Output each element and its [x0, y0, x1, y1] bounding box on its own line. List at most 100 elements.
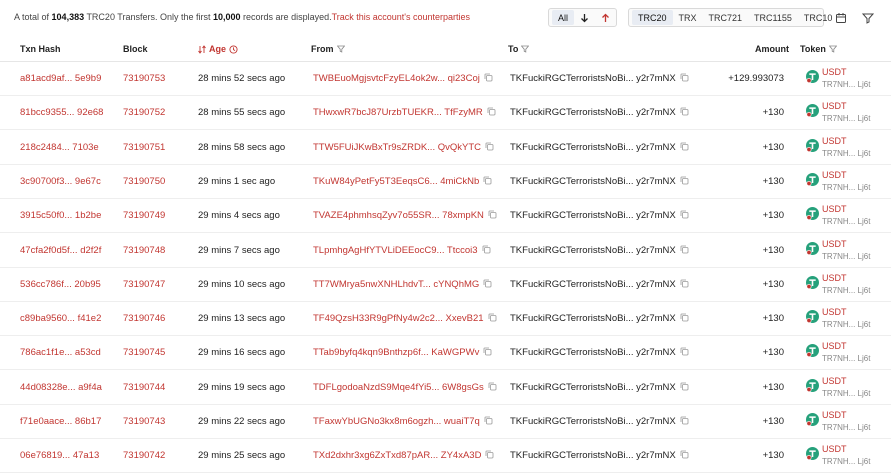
from-address-link[interactable]: TTab9byfq4kqn9Bnthzp6f... KaWGPWv [313, 347, 479, 358]
token-cell[interactable]: USDT TR7NH... Lj6t [806, 169, 886, 197]
from-address-link[interactable]: TWBEuoMgjsvtcFzyEL4ok2w... qi23Coj [313, 73, 480, 84]
copy-icon[interactable] [680, 450, 689, 459]
token-name[interactable]: USDT [822, 341, 847, 351]
col-age[interactable]: Age [198, 44, 238, 54]
txn-hash-link[interactable]: f71e0aace... 86b17 [20, 416, 101, 427]
block-link[interactable]: 73190742 [123, 450, 165, 461]
copy-icon[interactable] [488, 210, 497, 219]
tab-trc20[interactable]: TRC20 [632, 10, 673, 25]
token-cell[interactable]: USDT TR7NH... Lj6t [806, 100, 886, 128]
txn-hash-link[interactable]: 81bcc9355... 92e68 [20, 107, 103, 118]
token-cell[interactable]: USDT TR7NH... Lj6t [806, 409, 886, 437]
token-name[interactable]: USDT [822, 410, 847, 420]
copy-icon[interactable] [680, 245, 689, 254]
token-cell[interactable]: USDT TR7NH... Lj6t [806, 443, 886, 471]
col-to[interactable]: To [508, 44, 530, 54]
token-cell[interactable]: USDT TR7NH... Lj6t [806, 203, 886, 231]
copy-icon[interactable] [680, 279, 689, 288]
token-name[interactable]: USDT [822, 170, 847, 180]
txn-hash-link[interactable]: c89ba9560... f41e2 [20, 313, 101, 324]
token-cell[interactable]: USDT TR7NH... Lj6t [806, 340, 886, 368]
block-link[interactable]: 73190751 [123, 142, 165, 153]
block-link[interactable]: 73190753 [123, 73, 165, 84]
copy-icon[interactable] [680, 142, 689, 151]
token-name[interactable]: USDT [822, 67, 847, 77]
table-row: 3915c50f0... 1b2be 73190749 29 mins 4 secs… [0, 199, 891, 234]
from-address-link[interactable]: TLpmhgAgHfYTVLiDEEocC9... Ttccoi3 [313, 245, 478, 256]
copy-icon[interactable] [488, 313, 497, 322]
filter-out-button[interactable] [595, 10, 616, 25]
block-link[interactable]: 73190749 [123, 210, 165, 221]
token-name[interactable]: USDT [822, 239, 847, 249]
col-token[interactable]: Token [800, 44, 837, 54]
from-address-link[interactable]: TVAZE4phmhsqZyv7o55SR... 78xmpKN [313, 210, 484, 221]
from-address-link[interactable]: TF49QzsH33R9gPfNy4w2c2... XxevB21 [313, 313, 484, 324]
token-cell[interactable]: USDT TR7NH... Lj6t [806, 135, 886, 163]
copy-icon[interactable] [485, 450, 494, 459]
token-cell[interactable]: USDT TR7NH... Lj6t [806, 306, 886, 334]
copy-icon[interactable] [680, 347, 689, 356]
tab-trc721[interactable]: TRC721 [703, 10, 749, 25]
txn-hash-link[interactable]: 44d08328e... a9f4a [20, 382, 102, 393]
copy-icon[interactable] [680, 176, 689, 185]
copy-icon[interactable] [483, 347, 492, 356]
track-counterparties-link[interactable]: Track this account's counterparties [332, 12, 470, 22]
from-address-link[interactable]: TFaxwYbUGNo3kx8m6ogzh... wuaiT7q [313, 416, 480, 427]
copy-icon[interactable] [482, 245, 491, 254]
txn-hash-link[interactable]: 536cc786f... 20b95 [20, 279, 101, 290]
copy-icon[interactable] [485, 142, 494, 151]
copy-icon[interactable] [483, 176, 492, 185]
token-cell[interactable]: USDT TR7NH... Lj6t [806, 375, 886, 403]
copy-icon[interactable] [484, 73, 493, 82]
token-name[interactable]: USDT [822, 204, 847, 214]
column-filter-button[interactable] [858, 8, 878, 27]
from-address-link[interactable]: THwxwR7bcJ87UrzbTUEKR... TfFzyMR [313, 107, 483, 118]
col-from[interactable]: From [311, 44, 345, 54]
block-link[interactable]: 73190745 [123, 347, 165, 358]
from-address-link[interactable]: TXd2dxhr3xg6ZxTxd87pAR... ZY4xA3D [313, 450, 481, 461]
txn-hash-link[interactable]: 06e76819... 47a13 [20, 450, 99, 461]
txn-hash-link[interactable]: 786ac1f1e... a53cd [20, 347, 101, 358]
txn-hash-link[interactable]: 47cfa2f0d5f... d2f2f [20, 245, 101, 256]
filter-in-button[interactable] [574, 10, 595, 25]
block-link[interactable]: 73190746 [123, 313, 165, 324]
block-link[interactable]: 73190752 [123, 107, 165, 118]
token-name[interactable]: USDT [822, 273, 847, 283]
token-cell[interactable]: USDT TR7NH... Lj6t [806, 238, 886, 266]
token-name[interactable]: USDT [822, 376, 847, 386]
block-link[interactable]: 73190743 [123, 416, 165, 427]
copy-icon[interactable] [680, 313, 689, 322]
from-address-link[interactable]: TTW5FUiJKwBxTr9sZRDK... QvQkYTC [313, 142, 481, 153]
copy-icon[interactable] [680, 107, 689, 116]
copy-icon[interactable] [680, 73, 689, 82]
block-link[interactable]: 73190750 [123, 176, 165, 187]
token-name[interactable]: USDT [822, 307, 847, 317]
filter-all-button[interactable]: All [552, 10, 575, 25]
token-cell[interactable]: USDT TR7NH... Lj6t [806, 66, 886, 94]
copy-icon[interactable] [484, 416, 493, 425]
tab-trc1155[interactable]: TRC1155 [748, 10, 798, 25]
txn-hash-link[interactable]: 3915c50f0... 1b2be [20, 210, 101, 221]
from-address-link[interactable]: TKuW84yPetFy5T3EeqsC6... 4miCkNb [313, 176, 479, 187]
token-name[interactable]: USDT [822, 444, 847, 454]
token-name[interactable]: USDT [822, 101, 847, 111]
from-address-link[interactable]: TT7WMrya5nwXNHLhdvT... cYNQhMG [313, 279, 479, 290]
copy-icon[interactable] [488, 382, 497, 391]
txn-hash-link[interactable]: 3c90700f3... 9e67c [20, 176, 101, 187]
block-link[interactable]: 73190744 [123, 382, 165, 393]
tether-icon [806, 172, 819, 186]
copy-icon[interactable] [487, 107, 496, 116]
from-address-link[interactable]: TDFLgodoaNzdS9Mqe4fYi5... 6W8gsGs [313, 382, 484, 393]
calendar-button[interactable] [831, 8, 851, 27]
copy-icon[interactable] [680, 210, 689, 219]
txn-hash-link[interactable]: 218c2484... 7103e [20, 142, 99, 153]
tab-trx[interactable]: TRX [673, 10, 703, 25]
token-cell[interactable]: USDT TR7NH... Lj6t [806, 272, 886, 300]
copy-icon[interactable] [483, 279, 492, 288]
txn-hash-link[interactable]: a81acd9af... 5e9b9 [20, 73, 101, 84]
block-link[interactable]: 73190747 [123, 279, 165, 290]
copy-icon[interactable] [680, 416, 689, 425]
copy-icon[interactable] [680, 382, 689, 391]
block-link[interactable]: 73190748 [123, 245, 165, 256]
token-name[interactable]: USDT [822, 136, 847, 146]
